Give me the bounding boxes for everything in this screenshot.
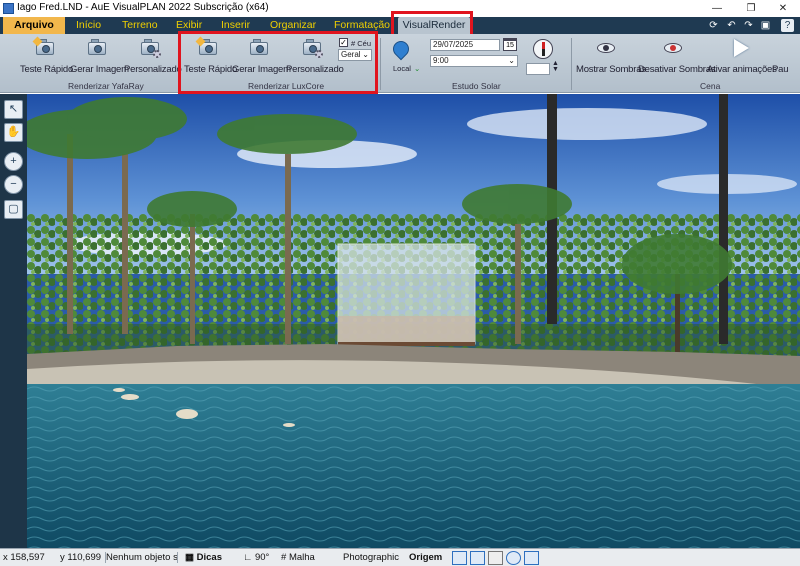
ribbon-separator xyxy=(380,38,381,90)
tips-icon: ▦ xyxy=(185,552,197,563)
location-label: Local xyxy=(393,64,411,73)
solar-group-label: Estudo Solar xyxy=(452,81,501,91)
status-bar: x 158,597 y 110,699 Nenhum objeto sel ▦ … xyxy=(0,548,800,566)
snap-perpendicular-icon[interactable] xyxy=(488,551,503,565)
shadow-eye-off-icon xyxy=(662,38,684,58)
pan-hand-icon[interactable]: ✋ xyxy=(4,123,23,142)
help-icon[interactable]: ? xyxy=(781,19,794,32)
maximize-button[interactable]: ❐ xyxy=(734,0,768,17)
grid-toggle[interactable]: # Malha xyxy=(281,552,315,563)
undo-icon[interactable]: ↶ xyxy=(725,19,738,32)
yafaray-generate-image-button[interactable]: Gerar Imagem xyxy=(70,38,129,78)
camera-gear-icon xyxy=(139,38,161,58)
time-field[interactable]: 9:00 ⌄ xyxy=(430,55,518,67)
tips-toggle[interactable]: ▦ Dicas xyxy=(185,552,222,563)
highlight-luxcore-group xyxy=(178,31,378,94)
date-field[interactable]: 29/07/2025 xyxy=(430,39,500,51)
compass-icon[interactable] xyxy=(533,39,553,59)
yafaray-group-label: Renderizar YafaRay xyxy=(68,81,144,91)
render-viewport[interactable] xyxy=(27,94,800,548)
angle-stepper-icon[interactable]: ▲ ▼ xyxy=(552,60,559,73)
snap-center-icon[interactable] xyxy=(506,551,521,565)
ribbon-separator xyxy=(571,38,572,90)
pause-button[interactable]: Pau xyxy=(772,38,800,78)
render-mode[interactable]: Photographic xyxy=(343,552,399,563)
yafaray-custom-button[interactable]: Personalizado xyxy=(124,38,182,78)
ortho-angle-toggle[interactable]: ∟ 90° xyxy=(243,552,269,563)
calendar-icon[interactable]: 15 xyxy=(503,38,517,51)
left-toolbar: ↖ ✋ + − ▢ xyxy=(0,94,27,548)
select-arrow-icon[interactable]: ↖ xyxy=(4,100,23,119)
chevron-down-icon: ⌄ xyxy=(508,56,515,65)
y-coordinate: y 110,699 xyxy=(60,552,107,563)
shadow-eye-icon xyxy=(595,38,617,58)
rendered-scene xyxy=(27,94,800,548)
show-shadows-button[interactable]: Mostrar Sombras xyxy=(576,38,646,78)
x-coordinate: x 158,597 xyxy=(3,552,45,563)
angle-icon: ∟ xyxy=(243,552,255,563)
camera-icon xyxy=(86,38,108,58)
minimize-button[interactable]: — xyxy=(700,0,734,17)
snap-intersection-icon[interactable] xyxy=(524,551,539,565)
snap-endpoint-icon[interactable] xyxy=(470,551,485,565)
zoom-window-icon[interactable]: ▢ xyxy=(4,200,23,219)
zoom-in-icon[interactable]: + xyxy=(4,152,23,171)
tab-inicio[interactable]: Início xyxy=(72,17,105,34)
scene-group-label: Cena xyxy=(700,81,721,91)
location-pin-icon[interactable] xyxy=(389,37,413,61)
camera-icon xyxy=(32,36,56,58)
refresh-icon[interactable]: ⟳ xyxy=(707,19,720,32)
tab-terreno[interactable]: Terreno xyxy=(118,17,162,34)
redo-icon[interactable]: ↷ xyxy=(742,19,755,32)
compass-angle-input[interactable] xyxy=(526,63,550,75)
location-dropdown-icon[interactable]: ⌄ xyxy=(414,64,420,73)
tab-arquivo[interactable]: Arquivo xyxy=(3,17,65,34)
disable-shadows-button[interactable]: Desativar Sombras xyxy=(638,38,716,78)
play-icon xyxy=(728,38,750,58)
window-title: Iago Fred.LND - AuE VisualPLAN 2022 Subs… xyxy=(17,2,269,13)
selection-status: Nenhum objeto sel xyxy=(106,552,178,563)
save-icon[interactable]: ▣ xyxy=(759,19,772,32)
enable-animations-button[interactable]: Ativar animações xyxy=(707,38,777,78)
origin-button[interactable]: Origem xyxy=(409,552,442,563)
snap-line-icon[interactable] xyxy=(452,551,467,565)
close-button[interactable]: ✕ xyxy=(766,0,800,17)
app-icon xyxy=(3,3,14,14)
zoom-out-icon[interactable]: − xyxy=(4,175,23,194)
ribbon: Teste Rápido Gerar Imagem Personalizado … xyxy=(0,34,800,93)
grid-icon: # xyxy=(281,552,289,563)
yafaray-quick-test-button[interactable]: Teste Rápido xyxy=(20,36,73,78)
